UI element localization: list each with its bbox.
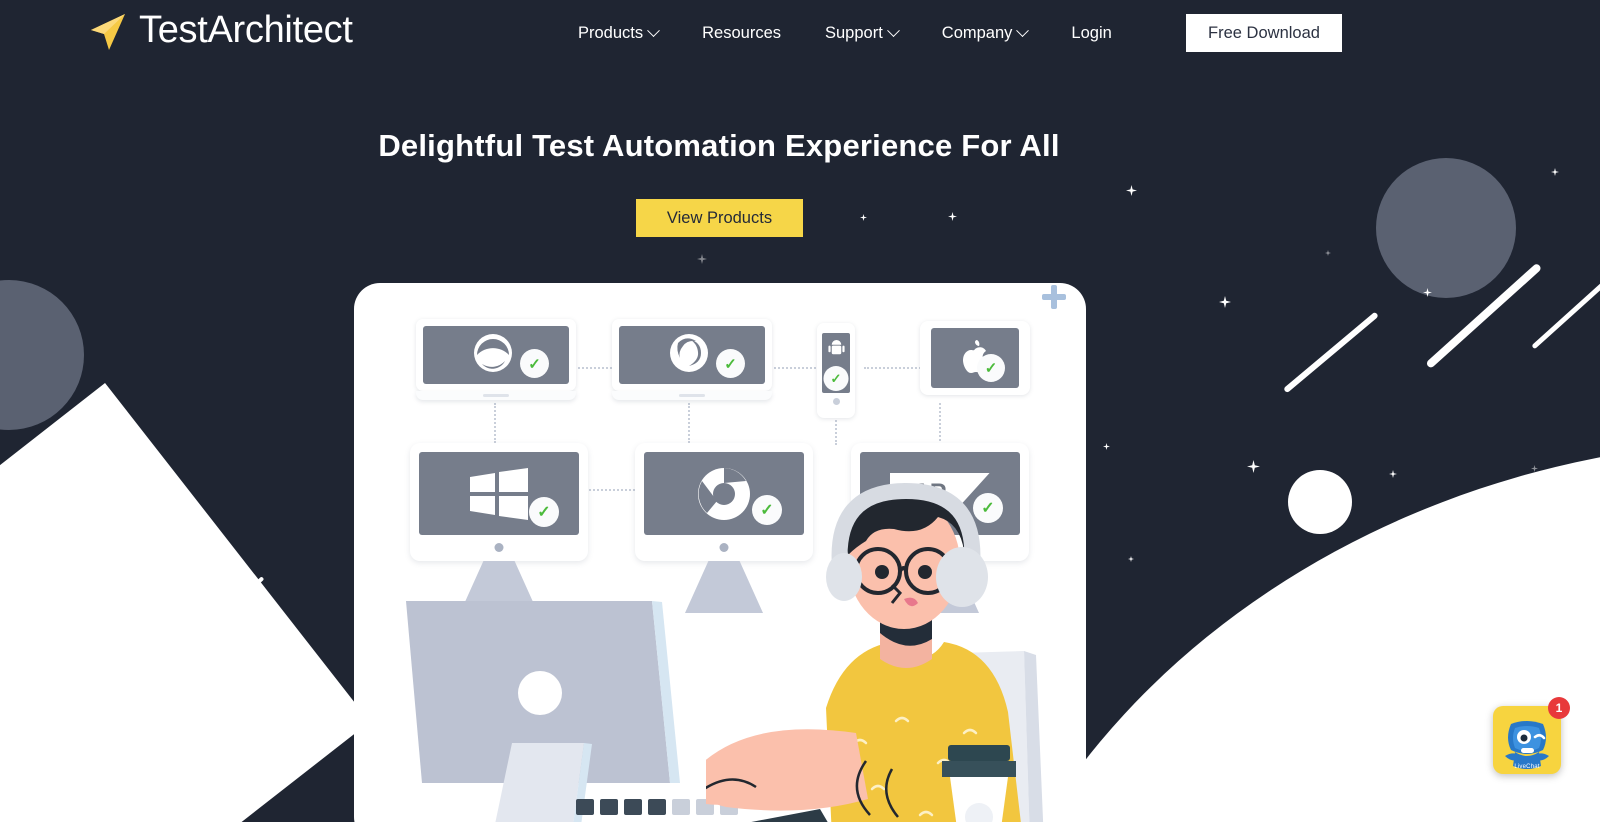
- white-wedge-bottom-left: [0, 383, 370, 822]
- planet-circle-right: [1376, 158, 1516, 298]
- device-edge-laptop: ✓: [416, 319, 576, 400]
- edge-browser-icon: [474, 334, 512, 372]
- sparkle-star-icon: [1247, 460, 1260, 473]
- nav-label-resources: Resources: [702, 23, 781, 42]
- green-check-icon: ✓: [531, 499, 557, 525]
- unread-badge: 1: [1548, 697, 1570, 719]
- device-android-phone: ✓: [817, 323, 855, 418]
- free-download-button[interactable]: Free Download: [1186, 14, 1342, 52]
- android-phone-screen: ✓: [822, 333, 850, 393]
- nav-label-company: Company: [941, 23, 1013, 42]
- brand-name: TestArchitect: [139, 8, 353, 51]
- sparkle-star-icon: [1126, 185, 1137, 196]
- nav-item-company[interactable]: Company: [920, 18, 1050, 49]
- hero-illustration-card: ✓ ✓ ✓ ✓ ✓ ✓ ✓: [354, 283, 1086, 822]
- nav-item-support[interactable]: Support: [803, 18, 920, 49]
- chevron-down-icon: [647, 23, 660, 37]
- nav-label-login: Login: [1071, 23, 1112, 42]
- nav-item-login[interactable]: Login: [1049, 18, 1133, 49]
- sparkle-star-icon: [1128, 556, 1134, 562]
- nav-item-resources[interactable]: Resources: [680, 18, 803, 49]
- developer-illustration: [706, 482, 1044, 822]
- chevron-down-icon: [1016, 23, 1030, 37]
- sparkle-star-icon: [1551, 168, 1559, 176]
- sparkle-star-icon: [1219, 296, 1231, 308]
- nav-label-products: Products: [578, 23, 644, 42]
- device-windows-monitor: ✓: [410, 443, 588, 613]
- view-products-button[interactable]: View Products: [636, 199, 803, 237]
- green-check-icon: ✓: [979, 356, 1003, 380]
- sparkle-star-icon: [1325, 250, 1331, 256]
- chevron-down-icon: [886, 23, 900, 37]
- apple-tablet-screen: ✓: [931, 328, 1019, 388]
- nav-label-support: Support: [825, 23, 883, 42]
- main-nav: Products Resources Support Company Login: [556, 0, 1134, 66]
- plus-icon: [1042, 285, 1066, 309]
- green-check-icon: ✓: [522, 351, 547, 376]
- hero-title: Delightful Test Automation Experience Fo…: [378, 128, 1060, 163]
- shooting-star-streak: [1283, 311, 1379, 394]
- windows-logo-icon: [470, 467, 528, 520]
- nav-item-products[interactable]: Products: [556, 18, 680, 49]
- desk-monitor-back: [406, 601, 680, 822]
- connector-edge-windows: [494, 403, 496, 443]
- firefox-browser-icon: [670, 334, 708, 372]
- connector-android-apple: [864, 367, 924, 369]
- moon-circle-right: [1288, 470, 1352, 534]
- shooting-star-streak: [1531, 282, 1600, 350]
- yellow-arrow-cursor-icon: [91, 14, 125, 50]
- connector-apple-sap: [939, 403, 941, 445]
- windows-monitor-screen: ✓: [419, 452, 579, 535]
- edge-laptop-screen: ✓: [423, 326, 569, 384]
- livechat-widget-button[interactable]: 1 LiveChat: [1493, 697, 1570, 774]
- green-check-icon: ✓: [718, 351, 743, 376]
- firefox-laptop-screen: ✓: [619, 326, 765, 384]
- green-check-icon: ✓: [825, 368, 847, 389]
- edge-laptop-base: [416, 391, 576, 400]
- sparkle-star-icon: [948, 212, 957, 221]
- chat-mascot-label: LiveChat: [1514, 764, 1540, 770]
- site-header: TestArchitect Products Resources Support…: [0, 0, 1600, 66]
- windows-monitor-power-dot: [494, 543, 504, 552]
- firefox-laptop-base: [612, 391, 772, 400]
- device-apple-tablet: ✓: [920, 321, 1030, 395]
- brand-logo[interactable]: TestArchitect: [85, 8, 353, 52]
- planet-circle-left: [0, 280, 84, 430]
- sparkle-star-icon: [860, 214, 867, 221]
- android-home-button: [832, 398, 840, 405]
- connector-firefox-chrome: [688, 403, 690, 443]
- sparkle-star-icon: [697, 254, 707, 264]
- sparkle-star-icon: [1103, 443, 1110, 450]
- android-robot-icon: [827, 339, 845, 355]
- device-firefox-laptop: ✓: [612, 319, 772, 400]
- page-root: TestArchitect Products Resources Support…: [0, 0, 1600, 822]
- sparkle-star-icon: [1389, 470, 1397, 478]
